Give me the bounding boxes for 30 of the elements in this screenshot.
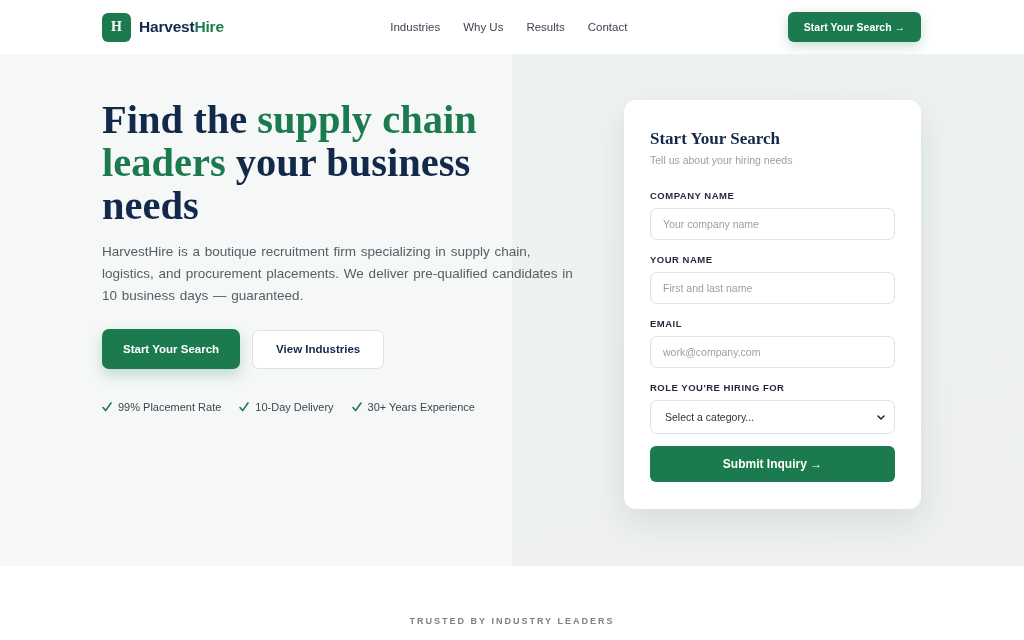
nav-link[interactable]: Industries [390,21,441,33]
nav-link[interactable]: Results [526,21,565,33]
chevron-down-icon [877,414,885,420]
hero-description: HarvestHire is a boutique recruitment firm specializing in supply chain, logistics, and procurement placements. We deliver pre-qualified candidates in 10 business days — guaranteed. [102,243,574,305]
check-icon [351,402,362,412]
start-search-button[interactable]: Start Your Search → [787,12,921,42]
primary-button[interactable]: Start Your Search [102,329,241,369]
form-title: Start Your Search [650,128,781,150]
section-heading: TRUSTED BY INDUSTRY LEADERS [409,615,615,627]
brand-name[interactable]: HarvestHire [139,18,224,36]
nav-link[interactable]: Contact [587,21,628,33]
field-label: YOUR NAME [650,254,714,266]
highlight-text: 30+ Years Experience [367,400,475,414]
text-input[interactable]: Your company name [650,208,895,240]
check-icon [102,402,112,412]
highlight-text: 99% Placement Rate [118,400,222,414]
logo-mark[interactable]: H [102,12,131,42]
form-subtitle: Tell us about your hiring needs [650,153,794,167]
outline-button[interactable]: View Industries [252,329,385,369]
field-label: COMPANY NAME [650,190,736,202]
field-label: ROLE YOU'RE HIRING FOR [650,382,786,394]
text-input[interactable]: work@company.com [650,336,895,368]
category-select[interactable]: Select a category... [650,400,895,434]
text-input[interactable]: First and last name [650,272,895,304]
highlight-text: 10-Day Delivery [255,400,334,414]
nav-link[interactable]: Why Us [463,21,504,33]
submit-button[interactable]: Submit Inquiry → [650,446,895,482]
hero-heading: Find the supply chain leaders your business needs [102,98,478,227]
field-label: EMAIL [650,318,684,330]
check-icon [239,402,250,412]
